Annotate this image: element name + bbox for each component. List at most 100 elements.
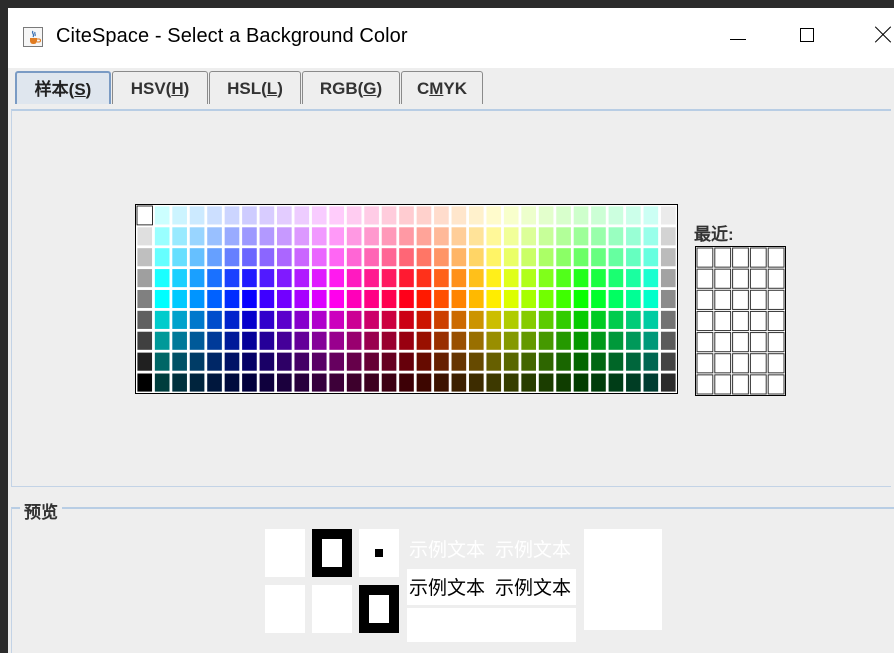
swatch-cell[interactable] [346,372,363,393]
swatch-cell[interactable] [485,289,502,309]
swatch-cell[interactable] [503,310,520,330]
swatch-cell[interactable] [572,330,590,351]
swatch-cell[interactable] [363,268,380,288]
recent-cell[interactable] [696,374,714,395]
swatch-cell[interactable] [607,310,625,330]
swatch-cell[interactable] [206,289,223,309]
recent-cell[interactable] [714,353,732,374]
title-bar[interactable]: CiteSpace - Select a Background Color [8,8,894,68]
swatch-cell[interactable] [415,268,433,288]
swatch-cell[interactable] [537,330,555,351]
swatch-cell[interactable] [363,310,380,330]
swatch-cell[interactable] [625,289,642,309]
recent-cell[interactable] [696,247,714,268]
swatch-cell[interactable] [503,351,520,372]
swatch-cell[interactable] [660,247,677,268]
swatch-cell[interactable] [590,372,607,393]
swatch-cell[interactable] [520,205,537,226]
swatch-cell[interactable] [607,351,625,372]
swatch-cell[interactable] [328,351,345,372]
swatch-cell[interactable] [520,351,537,372]
recent-cell[interactable] [767,247,785,268]
swatch-cell[interactable] [660,351,677,372]
swatch-cell[interactable] [503,372,520,393]
swatch-cell[interactable] [642,289,659,309]
swatch-cell[interactable] [328,330,345,351]
swatch-cell[interactable] [380,372,398,393]
swatch-cell[interactable] [171,289,188,309]
swatch-cell[interactable] [258,205,276,226]
swatch-cell[interactable] [223,205,241,226]
swatch-cell[interactable] [607,372,625,393]
swatch-cell[interactable] [503,247,520,268]
minimize-icon[interactable] [714,18,760,54]
swatch-cell[interactable] [276,205,293,226]
swatch-cell[interactable] [293,268,310,288]
swatch-cell[interactable] [346,268,363,288]
swatch-cell[interactable] [450,289,467,309]
swatch-cell[interactable] [572,247,590,268]
swatch-cell[interactable] [171,310,188,330]
swatch-cell[interactable] [223,351,241,372]
swatch-cell[interactable] [450,351,467,372]
recent-cell[interactable] [696,268,714,289]
swatch-cell[interactable] [380,351,398,372]
swatch-cell[interactable] [625,372,642,393]
swatch-cell[interactable] [415,330,433,351]
swatch-cell[interactable] [485,351,502,372]
swatch-cell[interactable] [346,351,363,372]
swatch-cell[interactable] [537,226,555,247]
swatch-cell[interactable] [276,289,293,309]
swatch-cell[interactable] [537,289,555,309]
swatch-cell[interactable] [258,289,276,309]
swatch-cell[interactable] [625,226,642,247]
swatch-cell[interactable] [555,310,572,330]
swatch-cell[interactable] [642,330,659,351]
swatch-cell[interactable] [258,351,276,372]
recent-cell[interactable] [749,247,767,268]
swatch-cell[interactable] [188,372,206,393]
swatch-cell[interactable] [415,310,433,330]
swatch-cell[interactable] [171,330,188,351]
swatch-cell[interactable] [293,289,310,309]
swatch-cell[interactable] [625,247,642,268]
swatch-cell[interactable] [415,351,433,372]
swatch-cell[interactable] [555,289,572,309]
tab-cmyk[interactable]: CMYK [401,71,483,104]
tab-swatches[interactable]: 样本(S) [15,71,111,104]
swatch-cell[interactable] [223,372,241,393]
swatch-cell[interactable] [258,226,276,247]
recent-cell[interactable] [696,289,714,310]
swatch-cell[interactable] [485,330,502,351]
swatch-cell[interactable] [311,372,328,393]
swatch-cell[interactable] [468,226,485,247]
swatch-cell[interactable] [485,372,502,393]
swatch-cell[interactable] [136,351,153,372]
swatch-cell[interactable] [415,226,433,247]
swatch-cell[interactable] [206,268,223,288]
swatch-cell[interactable] [258,310,276,330]
swatch-cell[interactable] [607,205,625,226]
swatch-cell[interactable] [188,268,206,288]
swatch-cell[interactable] [311,247,328,268]
swatch-cell[interactable] [607,289,625,309]
swatch-cell[interactable] [520,247,537,268]
swatch-cell[interactable] [380,205,398,226]
swatch-cell[interactable] [555,226,572,247]
swatch-cell[interactable] [363,351,380,372]
swatch-cell[interactable] [433,310,450,330]
swatch-cell[interactable] [380,247,398,268]
swatch-cell[interactable] [468,351,485,372]
swatch-cell[interactable] [241,330,258,351]
swatch-cell[interactable] [346,226,363,247]
swatch-cell[interactable] [380,310,398,330]
swatch-cell[interactable] [433,351,450,372]
swatch-cell[interactable] [328,226,345,247]
swatch-cell[interactable] [311,310,328,330]
swatch-cell[interactable] [258,372,276,393]
swatch-cell[interactable] [642,310,659,330]
swatch-cell[interactable] [590,289,607,309]
swatch-cell[interactable] [468,247,485,268]
swatch-cell[interactable] [223,247,241,268]
swatch-cell[interactable] [590,247,607,268]
